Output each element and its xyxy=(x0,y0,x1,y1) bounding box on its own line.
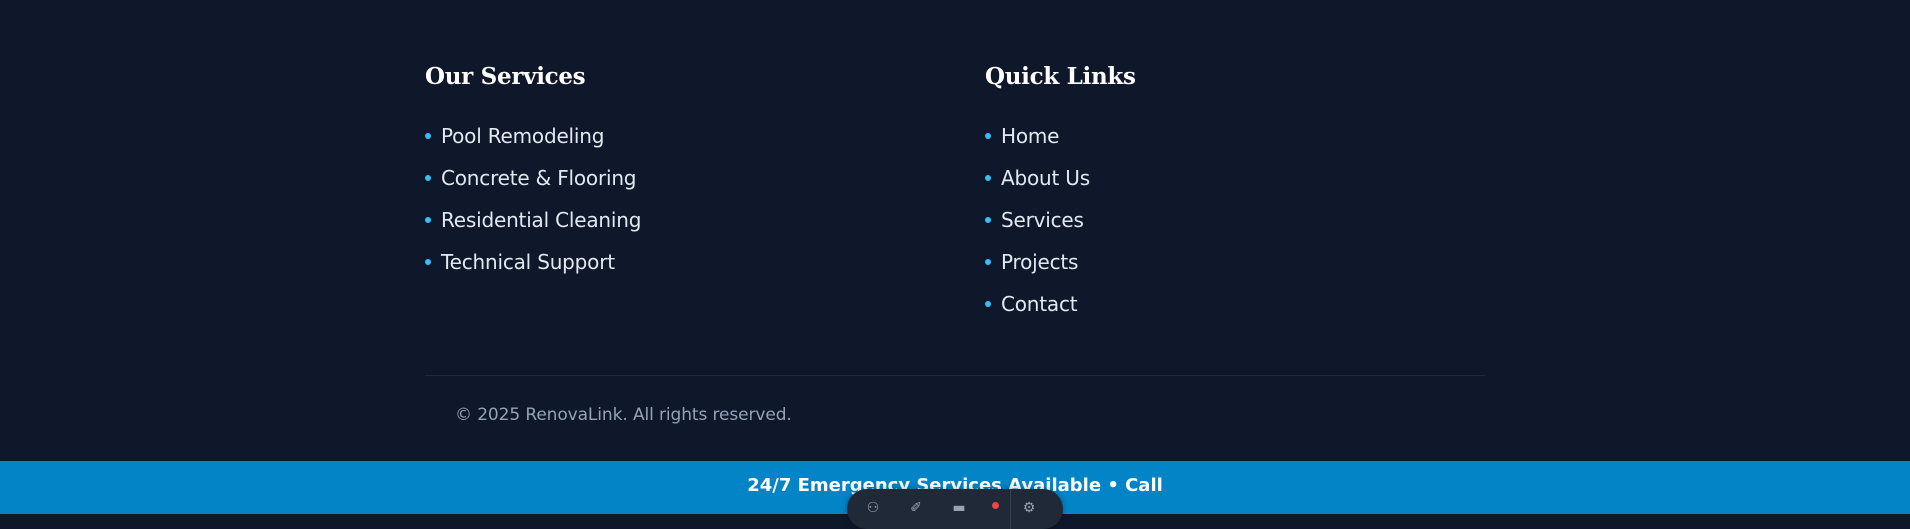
bullet-icon xyxy=(425,133,431,139)
quick-link-home[interactable]: Home xyxy=(985,115,1090,157)
quick-link-projects[interactable]: Projects xyxy=(985,241,1090,283)
bullet-icon xyxy=(985,259,991,265)
quick-link-label: Contact xyxy=(1001,292,1078,316)
bullet-icon xyxy=(985,301,991,307)
quick-link-label: Projects xyxy=(1001,250,1079,274)
footer-divider xyxy=(425,375,1485,376)
site-footer: Our Services Pool Remodeling Concrete & … xyxy=(0,0,1910,461)
toolbar-divider xyxy=(1010,489,1011,529)
bullet-icon xyxy=(425,175,431,181)
bullet-icon xyxy=(985,217,991,223)
services-item-label: Residential Cleaning xyxy=(441,208,642,232)
brush-icon[interactable]: ✐ xyxy=(905,501,927,515)
services-column: Our Services Pool Remodeling Concrete & … xyxy=(425,62,641,274)
quick-link-label: Services xyxy=(1001,208,1084,232)
accessibility-icon[interactable]: ⚇ xyxy=(862,501,884,515)
services-item-label: Concrete & Flooring xyxy=(441,166,637,190)
bullet-icon xyxy=(425,217,431,223)
services-item-label: Technical Support xyxy=(441,250,615,274)
quick-link-contact[interactable]: Contact xyxy=(985,283,1090,325)
quick-link-services[interactable]: Services xyxy=(985,199,1090,241)
quick-link-about-us[interactable]: About Us xyxy=(985,157,1090,199)
bullet-icon xyxy=(425,259,431,265)
bullet-icon xyxy=(985,175,991,181)
notification-badge xyxy=(992,502,999,509)
services-item-label: Pool Remodeling xyxy=(441,124,605,148)
dev-toolbar: ⚇ ✐ ▬ ⚙ xyxy=(847,489,1063,529)
quick-links-column: Quick Links Home About Us Services Proje… xyxy=(985,62,1136,316)
copyright-text: © 2025 RenovaLink. All rights reserved. xyxy=(455,405,792,425)
quick-links-list: Home About Us Services Projects Contact xyxy=(985,115,1090,325)
bullet-icon xyxy=(985,133,991,139)
services-list: Pool Remodeling Concrete & Flooring Resi… xyxy=(425,115,641,283)
services-item-pool-remodeling[interactable]: Pool Remodeling xyxy=(425,115,641,157)
services-item-technical-support[interactable]: Technical Support xyxy=(425,241,641,283)
quick-links-heading: Quick Links xyxy=(985,63,1136,90)
quick-link-label: About Us xyxy=(1001,166,1090,190)
quick-link-label: Home xyxy=(1001,124,1060,148)
services-item-residential-cleaning[interactable]: Residential Cleaning xyxy=(425,199,641,241)
services-heading: Our Services xyxy=(425,63,586,90)
menu-icon[interactable]: ▬ xyxy=(948,501,970,515)
settings-icon[interactable]: ⚙ xyxy=(1018,501,1040,515)
services-item-concrete-flooring[interactable]: Concrete & Flooring xyxy=(425,157,641,199)
